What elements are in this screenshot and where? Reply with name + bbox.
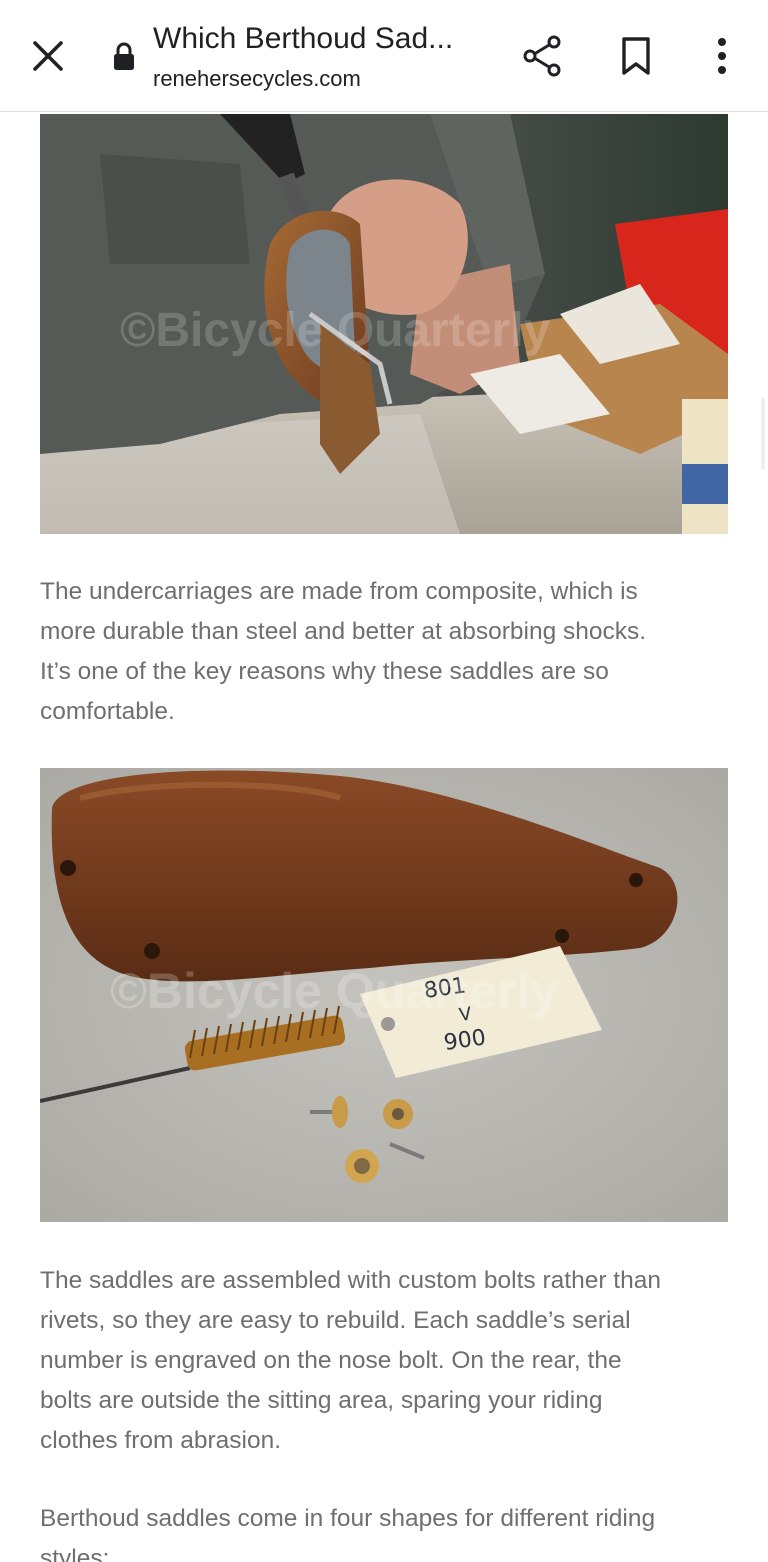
paragraph-2-line: rivets, so they are easy to rebuild. Eac…: [40, 1307, 631, 1334]
article-image-undercarriage[interactable]: ©Bicycle Quarterly: [40, 114, 728, 534]
paragraph-2-line: number is engraved on the nose bolt. On …: [40, 1347, 622, 1374]
article-paragraph-3: Berthoud saddles come in four shapes for…: [40, 1499, 730, 1562]
page-title: Which Berthoud Sad...: [153, 22, 454, 55]
more-vert-icon[interactable]: [704, 36, 740, 76]
image-watermark: ©Bicycle Quarterly: [110, 963, 558, 1019]
paragraph-2-line: bolts are outside the sitting area, spar…: [40, 1387, 603, 1414]
paragraph-1-line: comfortable.: [40, 698, 175, 725]
share-icon[interactable]: [520, 34, 564, 78]
article-paragraph-2: The saddles are assembled with custom bo…: [40, 1261, 730, 1461]
page-domain[interactable]: renehersecycles.com: [153, 66, 361, 92]
browser-toolbar: Which Berthoud Sad... renehersecycles.co…: [0, 0, 768, 112]
paragraph-1-line: The undercarriages are made from composi…: [40, 578, 638, 605]
paragraph-2-line: The saddles are assembled with custom bo…: [40, 1267, 661, 1294]
paragraph-3-line: styles:: [40, 1545, 110, 1562]
paragraph-1-line: more durable than steel and better at ab…: [40, 618, 647, 645]
lock-icon[interactable]: [112, 42, 136, 72]
image-watermark: ©Bicycle Quarterly: [120, 304, 551, 357]
paragraph-1-line: It’s one of the key reasons why these sa…: [40, 658, 609, 685]
close-icon[interactable]: [30, 38, 66, 74]
article-image-saddle-bolts[interactable]: 801 V 900 ©Bicycle Quarterly: [40, 768, 728, 1222]
article-paragraph-1: The undercarriages are made from composi…: [40, 572, 730, 732]
scrollbar[interactable]: [761, 398, 765, 470]
bookmark-icon[interactable]: [618, 36, 654, 76]
paragraph-3-line: Berthoud saddles come in four shapes for…: [40, 1505, 656, 1532]
paragraph-2-line: clothes from abrasion.: [40, 1427, 282, 1454]
article-content: ©Bicycle Quarterly The undercarriages ar…: [0, 112, 768, 1562]
